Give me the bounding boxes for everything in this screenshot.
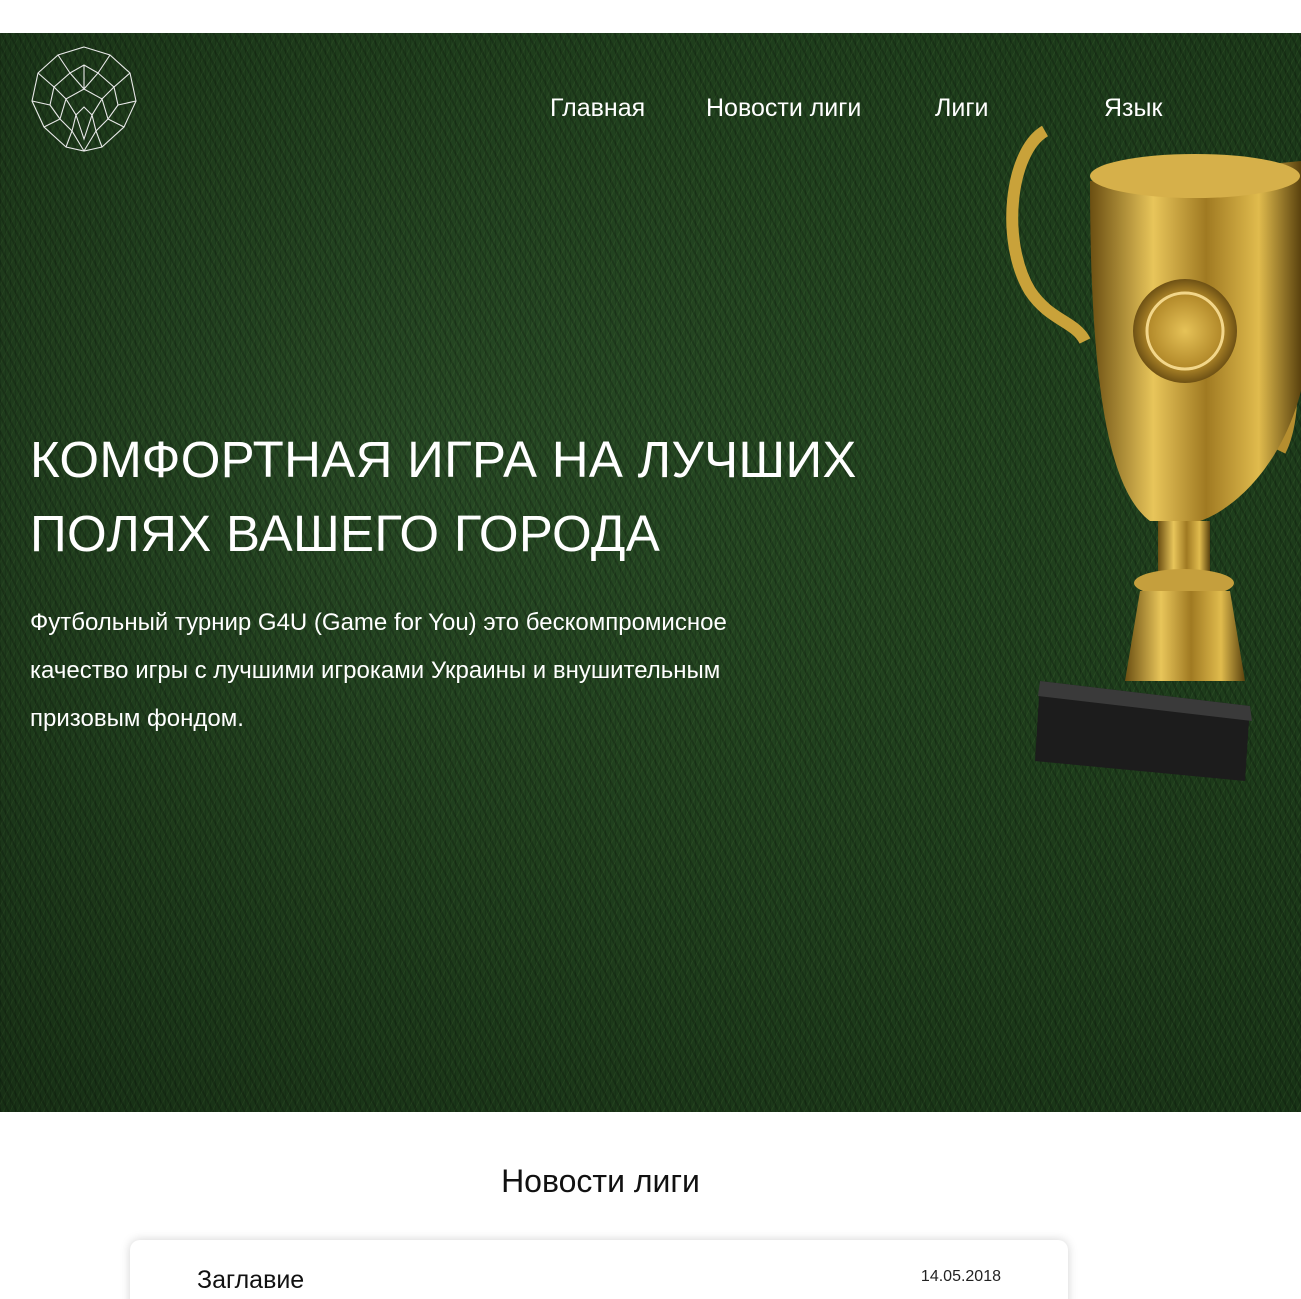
hero-description-line-1: Футбольный турнир G4U (Game for You) это… [30, 609, 727, 636]
news-card[interactable]: Заглавие 14.05.2018 [130, 1240, 1068, 1299]
nav-item-language[interactable]: Язык [1104, 91, 1162, 125]
nav-item-home[interactable]: Главная [550, 91, 645, 125]
nav-item-leagues[interactable]: Лиги [935, 91, 988, 125]
page: Главная Новости лиги Лиги Язык КОМФОРТНА… [0, 0, 1301, 1299]
hero-headline-line-1: КОМФОРТНАЯ ИГРА НА ЛУЧШИХ [30, 431, 857, 488]
hero-description-line-3: призовым фондом. [30, 705, 244, 732]
news-card-title[interactable]: Заглавие [197, 1264, 304, 1296]
news-section-title: Новости лиги [501, 1163, 700, 1199]
hero-description-line-2: качество игры с лучшими игроками Украины… [30, 657, 721, 684]
hero-description: Футбольный турнир G4U (Game for You) это… [30, 599, 860, 743]
news-card-date: 14.05.2018 [920, 1268, 1001, 1285]
hero-headline-line-2: ПОЛЯХ ВАШЕГО ГОРОДА [30, 505, 661, 562]
nav-item-league-news[interactable]: Новости лиги [706, 91, 861, 125]
trophy-image [1006, 125, 1301, 781]
main-nav: Главная Новости лиги Лиги Язык [0, 91, 1301, 131]
hero-section: Главная Новости лиги Лиги Язык КОМФОРТНА… [0, 33, 1301, 1112]
hero-headline: КОМФОРТНАЯ ИГРА НА ЛУЧШИХ ПОЛЯХ ВАШЕГО Г… [30, 423, 930, 571]
